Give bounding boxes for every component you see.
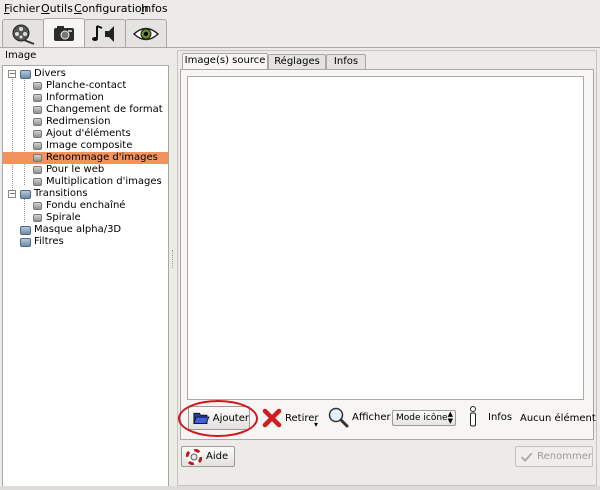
- menu-fichier[interactable]: Fichier: [4, 2, 40, 15]
- menu-bar: Fichier Outils Configuration Infos: [0, 0, 600, 18]
- tab-video[interactable]: [2, 19, 44, 48]
- show-button[interactable]: Afficher: [327, 406, 391, 428]
- tab-image[interactable]: [43, 18, 85, 48]
- status-label: Aucun élément: [520, 413, 596, 424]
- tree-item-divers[interactable]: − Divers: [3, 68, 168, 80]
- tree-item-pour-le-web[interactable]: Pour le web: [3, 164, 168, 176]
- info-label: Infos: [488, 411, 513, 423]
- category-icon: [20, 226, 31, 235]
- film-reel-icon: [12, 24, 35, 45]
- help-label: Aide: [206, 451, 229, 462]
- tree-item-transitions[interactable]: − Transitions: [3, 188, 168, 200]
- magnifier-icon: [328, 407, 349, 428]
- help-button[interactable]: Aide: [181, 446, 235, 467]
- category-icon: [20, 70, 31, 79]
- checkmark-icon: [520, 452, 533, 462]
- toolbar-divider: [0, 47, 600, 48]
- source-image-list[interactable]: [187, 76, 584, 400]
- info-icon: [470, 406, 476, 427]
- tree-item-information[interactable]: Information: [3, 92, 168, 104]
- panel-splitter[interactable]: [171, 48, 176, 490]
- tree-item-masque-alpha[interactable]: Masque alpha/3D: [3, 224, 168, 236]
- tool-icon: [33, 106, 42, 114]
- tree-header: Image: [5, 50, 37, 61]
- status-bar: [0, 486, 600, 490]
- tool-icon: [33, 202, 42, 210]
- menu-configuration[interactable]: Configuration: [74, 2, 149, 15]
- tree-item-fondu-enchaine[interactable]: Fondu enchaîné: [3, 200, 168, 212]
- tool-icon: [33, 94, 42, 102]
- tool-icon: [33, 82, 42, 90]
- tool-icon: [33, 118, 42, 126]
- tab-view[interactable]: [125, 19, 167, 48]
- spin-arrows-icon: ▲ ▼: [447, 410, 453, 425]
- show-label: Afficher: [352, 411, 391, 423]
- category-toolbar: [0, 18, 600, 48]
- highlight-circle: [178, 400, 258, 437]
- tab-reglages[interactable]: Réglages: [268, 54, 326, 69]
- tree-item-renommage-images[interactable]: Renommage d'images: [3, 152, 168, 164]
- rename-button[interactable]: Renommer: [515, 446, 593, 467]
- tool-icon: [33, 154, 42, 162]
- rename-label: Renommer: [537, 451, 592, 462]
- category-icon: [20, 238, 31, 247]
- red-x-icon: [262, 408, 282, 428]
- dropdown-arrow-icon[interactable]: ▾: [314, 420, 318, 429]
- tree-item-planche-contact[interactable]: Planche-contact: [3, 80, 168, 92]
- collapse-icon[interactable]: −: [8, 70, 16, 78]
- tool-icon: [33, 166, 42, 174]
- tree-item-image-composite[interactable]: Image composite: [3, 140, 168, 152]
- tab-infos[interactable]: Infos: [326, 54, 366, 69]
- camera-image-icon: [54, 25, 74, 41]
- view-mode-select[interactable]: Mode icône ▲ ▼: [392, 410, 456, 426]
- collapse-icon[interactable]: −: [8, 190, 16, 198]
- splitter-grip[interactable]: [172, 250, 174, 268]
- tab-images-source[interactable]: Image(s) source: [182, 53, 268, 70]
- tool-icon: [33, 130, 42, 138]
- tree-item-filtres[interactable]: Filtres: [3, 236, 168, 248]
- tool-icon: [33, 178, 42, 186]
- tree-item-changement-format[interactable]: Changement de format: [3, 104, 168, 116]
- tree-item-multiplication[interactable]: Multiplication d'images: [3, 176, 168, 188]
- remove-button[interactable]: Retirer: [262, 408, 319, 428]
- info-button[interactable]: Infos: [467, 406, 512, 428]
- eye-icon: [132, 27, 160, 41]
- tab-audio[interactable]: [84, 19, 126, 48]
- lifebuoy-icon: [186, 448, 202, 465]
- menu-outils[interactable]: Outils: [41, 2, 73, 15]
- category-icon: [20, 190, 31, 199]
- tool-icon: [33, 214, 42, 222]
- tree-item-redimension[interactable]: Redimension: [3, 116, 168, 128]
- tree-item-ajout-elements[interactable]: Ajout d'éléments: [3, 128, 168, 140]
- tree-item-spirale[interactable]: Spirale: [3, 212, 168, 224]
- tool-icon: [33, 142, 42, 150]
- menu-infos[interactable]: Infos: [141, 2, 168, 15]
- music-speaker-icon: [92, 25, 114, 42]
- category-tree[interactable]: − Divers Planche-contact Information Cha…: [2, 65, 169, 487]
